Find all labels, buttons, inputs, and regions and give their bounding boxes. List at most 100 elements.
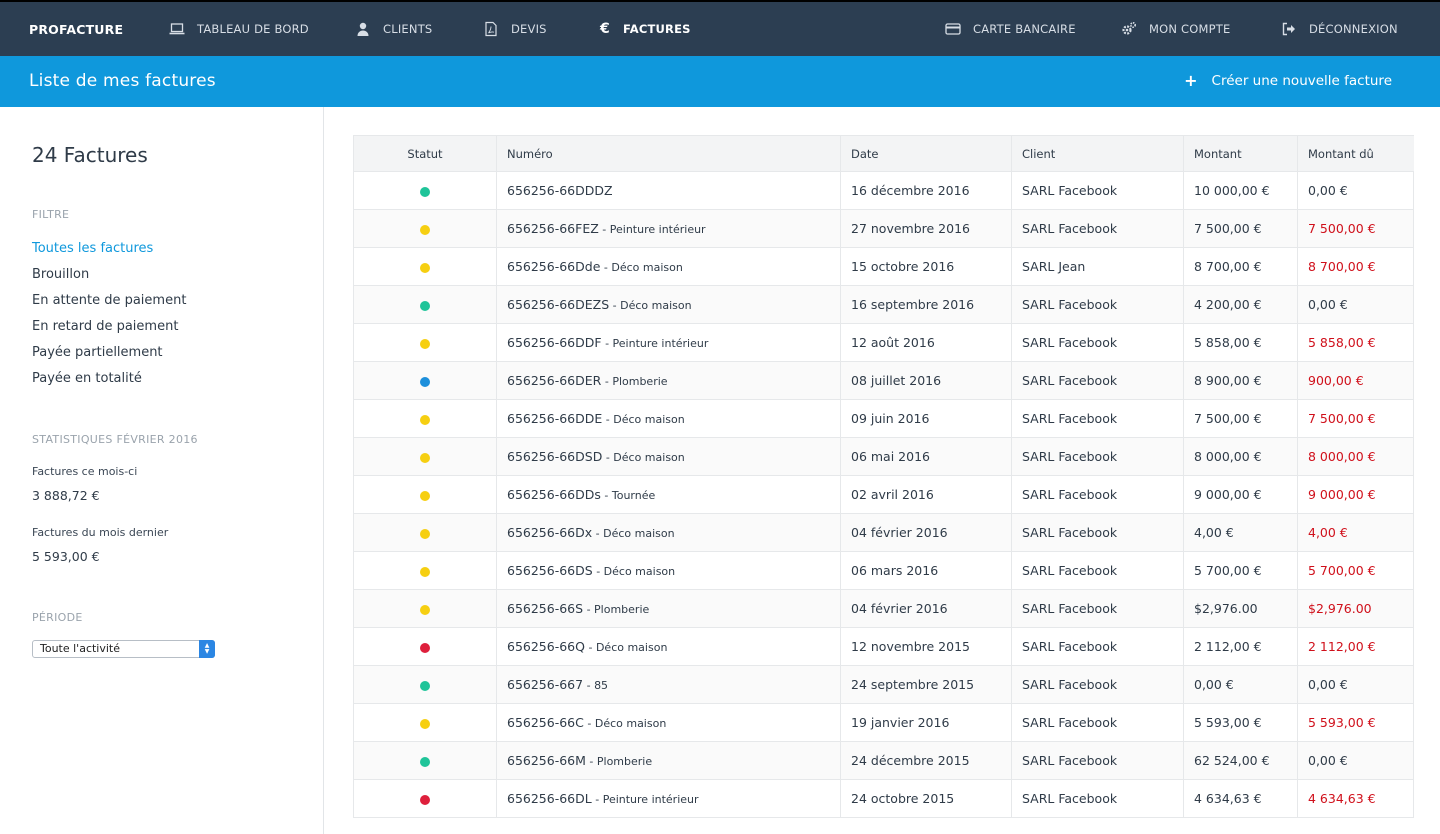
- number-cell[interactable]: 656256-66DS - Déco maison: [496, 551, 841, 590]
- invoice-desc-sep: -: [583, 717, 595, 730]
- status-cell: [353, 437, 497, 476]
- nav-item-deconnexion[interactable]: DÉCONNEXION: [1281, 2, 1398, 56]
- table-row[interactable]: 656256-667 - 85 24 septembre 2015 SARL Fac…: [353, 665, 1414, 704]
- status-cell: [353, 323, 497, 362]
- invoice-number: 656256-66Dde: [507, 259, 601, 274]
- filter-paid[interactable]: Payée en totalité: [32, 370, 186, 396]
- number-cell[interactable]: 656256-66DDF - Peinture intérieur: [496, 323, 841, 362]
- table-row[interactable]: 656256-66Q - Déco maison 12 novembre 2015…: [353, 627, 1414, 666]
- table-row[interactable]: 656256-66DDF - Peinture intérieur 12 août…: [353, 323, 1414, 362]
- client-cell: SARL Jean: [1011, 247, 1184, 286]
- number-cell[interactable]: 656256-66DL - Peinture intérieur: [496, 779, 841, 818]
- col-header-client[interactable]: Client: [1011, 135, 1184, 172]
- invoice-description: 85: [594, 679, 609, 692]
- table-row[interactable]: 656256-66M - Plomberie 24 décembre 2015 SA…: [353, 741, 1414, 780]
- invoice-description: Déco maison: [613, 451, 685, 464]
- table-row[interactable]: 656256-66DDDZ 16 décembre 2016 SARL Facebo…: [353, 171, 1414, 210]
- client-cell: SARL Facebook: [1011, 741, 1184, 780]
- create-invoice-button[interactable]: + Créer une nouvelle facture: [1184, 73, 1392, 90]
- table-row[interactable]: 656256-66DDs - Tournée 02 avril 2016 SARL …: [353, 475, 1414, 514]
- status-cell: [353, 665, 497, 704]
- nav-item-clients[interactable]: CLIENTS: [355, 2, 432, 56]
- amount-due-cell: 0,00 €: [1297, 285, 1414, 324]
- table-row[interactable]: 656256-66DS - Déco maison 06 mars 2016 SAR…: [353, 551, 1414, 590]
- nav-item-factures[interactable]: € FACTURES: [597, 2, 691, 56]
- nav-item-devis[interactable]: DEVIS: [483, 2, 547, 56]
- number-cell[interactable]: 656256-66DDE - Déco maison: [496, 399, 841, 438]
- amount-due-cell: 900,00 €: [1297, 361, 1414, 400]
- invoice-number: 656256-66Q: [507, 639, 585, 654]
- period-heading: PÉRIODE: [32, 611, 83, 624]
- number-cell[interactable]: 656256-667 - 85: [496, 665, 841, 704]
- amount-due-cell: $2,976.00: [1297, 589, 1414, 628]
- amount-due-cell: 9 000,00 €: [1297, 475, 1414, 514]
- filter-partial[interactable]: Payée partiellement: [32, 344, 186, 370]
- stat-label-last-month: Factures du mois dernier: [32, 526, 169, 539]
- col-header-number[interactable]: Numéro: [496, 135, 841, 172]
- filter-late[interactable]: En retard de paiement: [32, 318, 186, 344]
- table-row[interactable]: 656256-66DEZS - Déco maison 16 septembre …: [353, 285, 1414, 324]
- invoice-desc-sep: -: [585, 755, 597, 768]
- filter-all[interactable]: Toutes les factures: [32, 240, 186, 266]
- client-cell: SARL Facebook: [1011, 475, 1184, 514]
- col-header-date[interactable]: Date: [840, 135, 1012, 172]
- period-select[interactable]: Toute l'activité ▲ ▼: [32, 640, 215, 658]
- table-row[interactable]: 656256-66FEZ - Peinture intérieur 27 nove…: [353, 209, 1414, 248]
- invoice-description: Déco maison: [613, 413, 685, 426]
- table-row[interactable]: 656256-66DL - Peinture intérieur 24 octob…: [353, 779, 1414, 818]
- number-cell[interactable]: 656256-66DEZS - Déco maison: [496, 285, 841, 324]
- number-cell[interactable]: 656256-66DDDZ: [496, 171, 841, 210]
- amount-cell: 4 634,63 €: [1183, 779, 1298, 818]
- filter-draft[interactable]: Brouillon: [32, 266, 186, 292]
- invoice-desc-sep: -: [592, 527, 604, 540]
- invoice-number: 656256-66DEZS: [507, 297, 610, 312]
- number-cell[interactable]: 656256-66M - Plomberie: [496, 741, 841, 780]
- invoice-number: 656256-66M: [507, 753, 586, 768]
- table-row[interactable]: 656256-66S - Plomberie 04 février 2016 SAR…: [353, 589, 1414, 628]
- number-cell[interactable]: 656256-66Dde - Déco maison: [496, 247, 841, 286]
- nav-item-mon-compte[interactable]: MON COMPTE: [1121, 2, 1230, 56]
- date-cell: 12 novembre 2015: [840, 627, 1012, 666]
- nav-item-dashboard[interactable]: TABLEAU DE BORD: [169, 2, 309, 56]
- client-cell: SARL Facebook: [1011, 285, 1184, 324]
- amount-due-cell: 4 634,63 €: [1297, 779, 1414, 818]
- amount-cell: 5 593,00 €: [1183, 703, 1298, 742]
- number-cell[interactable]: 656256-66Dx - Déco maison: [496, 513, 841, 552]
- table-row[interactable]: 656256-66C - Déco maison 19 janvier 2016 S…: [353, 703, 1414, 742]
- status-dot: [420, 756, 430, 767]
- brand-logo[interactable]: PROFACTURE: [29, 22, 123, 37]
- col-header-status[interactable]: Statut: [353, 135, 497, 172]
- number-cell[interactable]: 656256-66Q - Déco maison: [496, 627, 841, 666]
- number-cell[interactable]: 656256-66FEZ - Peinture intérieur: [496, 209, 841, 248]
- number-cell[interactable]: 656256-66C - Déco maison: [496, 703, 841, 742]
- status-cell: [353, 171, 497, 210]
- number-cell[interactable]: 656256-66DSD - Déco maison: [496, 437, 841, 476]
- number-cell[interactable]: 656256-66DDs - Tournée: [496, 475, 841, 514]
- number-cell[interactable]: 656256-66S - Plomberie: [496, 589, 841, 628]
- table-row[interactable]: 656256-66DER - Plomberie 08 juillet 2016 S…: [353, 361, 1414, 400]
- client-cell: SARL Facebook: [1011, 627, 1184, 666]
- table-row[interactable]: 656256-66DSD - Déco maison 06 mai 2016 SAR…: [353, 437, 1414, 476]
- amount-cell: 5 700,00 €: [1183, 551, 1298, 590]
- filter-pending[interactable]: En attente de paiement: [32, 292, 186, 318]
- status-cell: [353, 741, 497, 780]
- number-cell[interactable]: 656256-66DER - Plomberie: [496, 361, 841, 400]
- date-cell: 06 mars 2016: [840, 551, 1012, 590]
- col-header-amount-due[interactable]: Montant dû: [1297, 135, 1414, 172]
- invoice-number: 656256-66DDF: [507, 335, 602, 350]
- credit-card-icon: [945, 21, 961, 37]
- date-cell: 19 janvier 2016: [840, 703, 1012, 742]
- invoice-count: 24 Factures: [32, 143, 148, 167]
- nav-label-clients: CLIENTS: [383, 22, 433, 36]
- nav-label-deconnexion: DÉCONNEXION: [1309, 22, 1398, 36]
- col-header-amount[interactable]: Montant: [1183, 135, 1298, 172]
- invoice-desc-sep: -: [592, 565, 604, 578]
- table-row[interactable]: 656256-66Dx - Déco maison 04 février 2016…: [353, 513, 1414, 552]
- amount-cell: 8 000,00 €: [1183, 437, 1298, 476]
- status-cell: [353, 361, 497, 400]
- nav-item-carte-bancaire[interactable]: CARTE BANCAIRE: [945, 2, 1076, 56]
- table-row[interactable]: 656256-66DDE - Déco maison 09 juin 2016 SA…: [353, 399, 1414, 438]
- client-cell: SARL Facebook: [1011, 513, 1184, 552]
- nav-label-factures: FACTURES: [623, 22, 691, 36]
- table-row[interactable]: 656256-66Dde - Déco maison 15 octobre 201…: [353, 247, 1414, 286]
